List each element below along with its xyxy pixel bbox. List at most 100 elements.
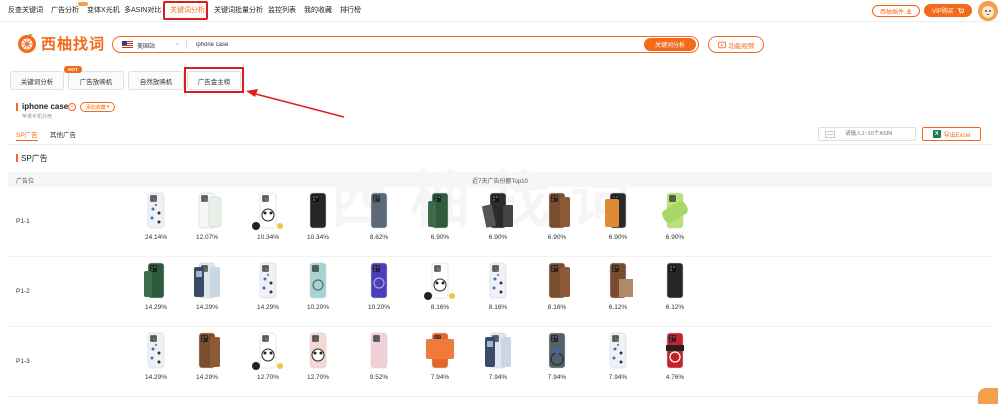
product-cell[interactable]: 8.16%: [535, 261, 579, 311]
ad-position-label: P1-1: [16, 218, 30, 225]
product-cell[interactable]: 12.70%: [296, 331, 340, 381]
product-cell[interactable]: 6.90%: [535, 191, 579, 241]
product-thumbnail[interactable]: [137, 331, 175, 371]
product-thumbnail[interactable]: [538, 331, 576, 371]
table-row: P1-3 14.29% 14.29% 12.70% 12.70% 9.52% 7…: [8, 327, 992, 397]
product-thumbnail[interactable]: [599, 261, 637, 301]
product-cell[interactable]: 14.29%: [246, 261, 290, 311]
product-thumbnail[interactable]: [599, 191, 637, 231]
product-cell[interactable]: 7.94%: [596, 331, 640, 381]
ad-share-percent: 8.62%: [369, 234, 389, 241]
product-thumbnail[interactable]: [299, 331, 337, 371]
ad-share-percent: 6.90%: [488, 234, 508, 241]
product-cell[interactable]: 7.94%: [418, 331, 462, 381]
product-thumbnail[interactable]: [656, 261, 694, 301]
product-thumbnail[interactable]: [249, 331, 287, 371]
product-thumbnail[interactable]: [137, 191, 175, 231]
product-thumbnail[interactable]: [360, 261, 398, 301]
product-cell[interactable]: 14.29%: [134, 331, 178, 381]
product-thumbnail[interactable]: [188, 261, 226, 301]
logo-text: 西柚找词: [41, 35, 106, 53]
product-thumbnail[interactable]: [188, 191, 226, 231]
add-favorite-label: 添加收藏: [85, 104, 106, 111]
tab-keyword-analysis[interactable]: 关键词分析: [10, 71, 64, 90]
product-thumbnail[interactable]: [538, 191, 576, 231]
tab-highlight-box: [184, 67, 244, 93]
feature-video-button[interactable]: 功能视频: [708, 36, 764, 53]
product-cell[interactable]: 6.90%: [418, 191, 462, 241]
product-cell[interactable]: 10.34%: [296, 191, 340, 241]
ad-share-percent: 14.29%: [144, 304, 168, 311]
search-input[interactable]: [196, 38, 636, 51]
product-thumbnail[interactable]: [137, 261, 175, 301]
product-thumbnail[interactable]: [360, 331, 398, 371]
product-cell[interactable]: 6.90%: [653, 191, 697, 241]
product-thumbnail[interactable]: [479, 331, 517, 371]
ad-share-percent: 7.94%: [608, 374, 628, 381]
product-cell[interactable]: 4.76%: [653, 331, 697, 381]
product-cell[interactable]: 24.14%: [134, 191, 178, 241]
product-cell[interactable]: 10.34%: [246, 191, 290, 241]
product-cell[interactable]: 6.12%: [653, 261, 697, 311]
product-cell[interactable]: 8.16%: [476, 261, 520, 311]
asin-input[interactable]: [845, 129, 915, 139]
product-cell[interactable]: 6.90%: [596, 191, 640, 241]
product-thumbnail[interactable]: [656, 191, 694, 231]
product-cell[interactable]: 6.12%: [596, 261, 640, 311]
download-icon: [906, 8, 912, 14]
keyword-analysis-button[interactable]: 关键词分析: [644, 38, 696, 51]
site-select[interactable]: 美国站: [137, 41, 155, 50]
close-icon[interactable]: ×: [68, 103, 76, 111]
product-cell[interactable]: 8.16%: [418, 261, 462, 311]
product-cell[interactable]: 7.94%: [535, 331, 579, 381]
tab-ad-projector[interactable]: 广告放映机: [68, 71, 124, 90]
product-thumbnail[interactable]: [299, 261, 337, 301]
plugin-button[interactable]: 西柚插件: [872, 5, 920, 17]
product-thumbnail[interactable]: [421, 261, 459, 301]
nav-item-multi-asin[interactable]: 多ASIN对比: [124, 5, 161, 15]
product-thumbnail[interactable]: [479, 191, 517, 231]
nav-item-variant-xray[interactable]: 变体X光机: [87, 5, 120, 15]
product-cell[interactable]: 14.29%: [185, 261, 229, 311]
product-cell[interactable]: 7.94%: [476, 331, 520, 381]
nav-item-ad-analysis[interactable]: 广告分析: [51, 2, 88, 15]
product-thumbnail[interactable]: [249, 261, 287, 301]
product-cell[interactable]: 12.70%: [246, 331, 290, 381]
nav-item-reverse-keyword[interactable]: 反查关键词: [8, 5, 43, 15]
product-thumbnail[interactable]: [599, 331, 637, 371]
product-cell[interactable]: 14.29%: [185, 331, 229, 381]
add-favorite-button[interactable]: 添加收藏 ▾: [80, 102, 115, 112]
subtab-sp-ads[interactable]: SP广告: [16, 129, 38, 139]
vip-button[interactable]: VIP购买: [924, 4, 972, 17]
product-thumbnail[interactable]: [538, 261, 576, 301]
nav-item-ranking[interactable]: 排行榜: [340, 5, 361, 15]
nav-item-monitor-list[interactable]: 监控列表: [268, 5, 296, 15]
product-cell[interactable]: 10.20%: [357, 261, 401, 311]
export-excel-button[interactable]: X 导出Excel: [922, 127, 981, 141]
product-thumbnail[interactable]: [421, 191, 459, 231]
nav-item-keyword-batch[interactable]: 关键词批量分析: [214, 5, 263, 15]
product-thumbnail[interactable]: [249, 191, 287, 231]
product-cell[interactable]: 12.07%: [185, 191, 229, 241]
product-thumbnail[interactable]: [360, 191, 398, 231]
product-cell[interactable]: 10.20%: [296, 261, 340, 311]
chevron-down-icon[interactable]: ⌄: [175, 40, 180, 47]
avatar[interactable]: [978, 1, 998, 21]
subtab-other-ads[interactable]: 其他广告: [50, 129, 76, 139]
tab-organic-projector[interactable]: 自然放映机: [128, 71, 184, 90]
product-thumbnail[interactable]: [188, 331, 226, 371]
product-thumbnail[interactable]: [421, 331, 459, 371]
product-cell[interactable]: 14.29%: [134, 261, 178, 311]
nav-item-favorites[interactable]: 我的收藏: [304, 5, 332, 15]
product-cell[interactable]: 8.62%: [357, 191, 401, 241]
product-thumbnail[interactable]: [656, 331, 694, 371]
product-cell[interactable]: 9.52%: [357, 331, 401, 381]
product-thumbnail[interactable]: [299, 191, 337, 231]
logo[interactable]: 西柚找词: [16, 32, 105, 54]
ad-share-percent: 8.16%: [547, 304, 567, 311]
product-thumbnail[interactable]: [479, 261, 517, 301]
active-subtab-indicator: [16, 140, 38, 141]
floating-helper-button[interactable]: [978, 388, 998, 404]
product-cell[interactable]: 6.90%: [476, 191, 520, 241]
ad-position-label: P1-3: [16, 358, 30, 365]
